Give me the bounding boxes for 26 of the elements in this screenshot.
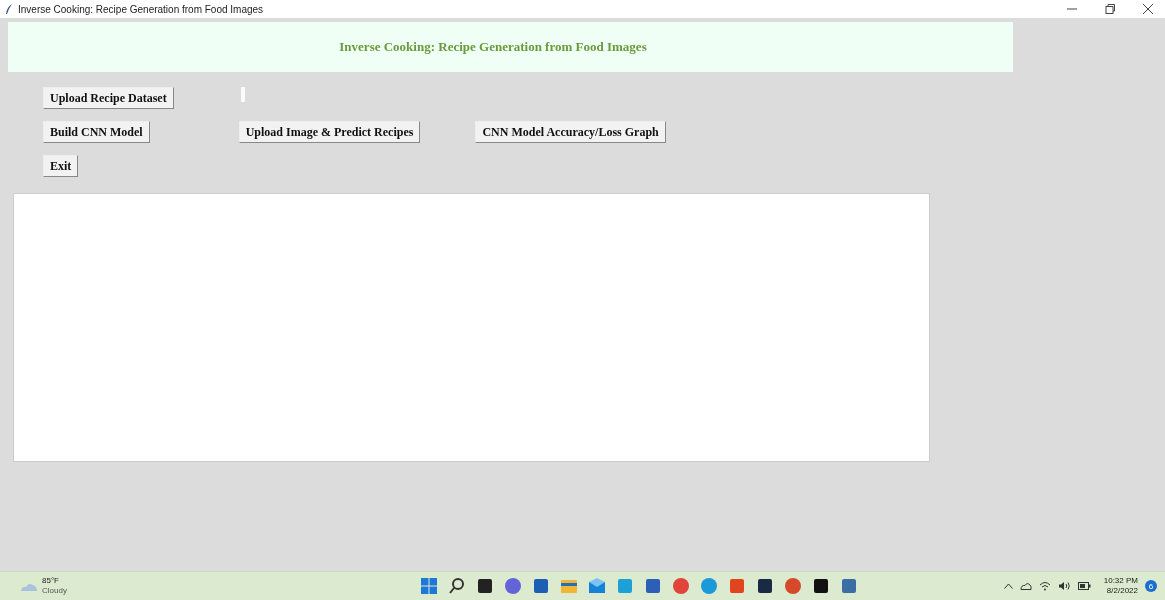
wifi-icon[interactable] (1038, 581, 1051, 591)
start-icon[interactable] (419, 577, 438, 595)
search-icon[interactable] (447, 577, 466, 595)
clock-date[interactable]: 8/2/2022 (1106, 586, 1138, 596)
mail-icon[interactable] (587, 577, 606, 595)
action-button[interactable]: Exit (43, 155, 79, 177)
status-label (240, 86, 245, 102)
weather-condition: Cloudy (42, 586, 67, 596)
clock-time[interactable]: 10:32 PM (1103, 576, 1138, 586)
cloud-icon[interactable] (1019, 582, 1032, 590)
folder-icon[interactable] (559, 577, 578, 595)
action-button[interactable]: Build CNN Model (43, 121, 150, 143)
speaker-icon[interactable] (1057, 581, 1071, 591)
app-heading: Inverse Cooking: Recipe Generation from Food Images (339, 39, 647, 55)
chevron-up-icon[interactable] (1003, 583, 1013, 589)
action-button[interactable]: Upload Image & Predict Recipes (238, 121, 421, 143)
feather-icon (5, 3, 13, 15)
cloud-icon (20, 581, 38, 591)
action-button[interactable]: Upload Recipe Dataset (43, 87, 174, 109)
action-button[interactable]: CNN Model Accuracy/Loss Graph (475, 121, 666, 143)
temperature: 85°F (42, 576, 60, 586)
battery-icon[interactable] (1077, 582, 1091, 590)
close-icon[interactable] (1143, 4, 1153, 14)
restore-icon[interactable] (1105, 4, 1115, 14)
notification-badge[interactable]: 6 (1145, 580, 1157, 592)
window-title: Inverse Cooking: Recipe Generation from Food Images (18, 3, 264, 15)
